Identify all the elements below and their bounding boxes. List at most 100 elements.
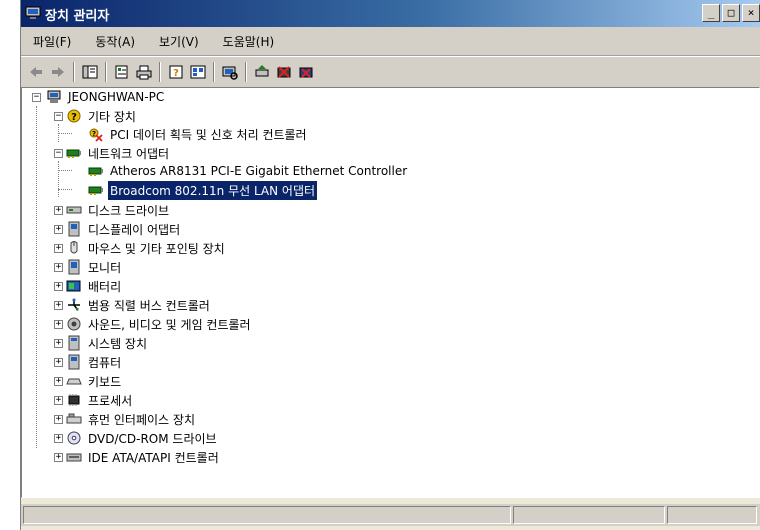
category-expand-toggle[interactable]: + (54, 396, 63, 405)
keyboard-icon (66, 378, 82, 385)
category-expand-toggle[interactable]: + (54, 244, 63, 253)
category-label: 배터리 (88, 279, 122, 294)
disable-device-button[interactable] (275, 63, 293, 81)
print-icon (136, 65, 152, 80)
category-display-adapters[interactable]: 디스플레이 어댑터 (66, 220, 182, 238)
category-mice[interactable]: 마우스 및 기타 포인팅 장치 (66, 239, 227, 257)
category-computer[interactable]: 컴퓨터 (66, 353, 123, 371)
update-driver-icon (255, 65, 269, 77)
svg-text:?: ? (92, 130, 96, 138)
help-button[interactable]: ? (167, 63, 185, 81)
category-expand-toggle[interactable]: + (54, 339, 63, 348)
maximize-button[interactable]: □ (722, 4, 740, 22)
update-driver-button[interactable] (253, 63, 271, 81)
uninstall-device-icon (299, 67, 313, 78)
category-sound-video[interactable]: 사운드, 비디오 및 게임 컨트롤러 (66, 315, 253, 333)
category-label: 마우스 및 기타 포인팅 장치 (88, 241, 225, 256)
tree-root[interactable]: JEONGHWAN-PC (46, 88, 166, 106)
menu-file[interactable]: 파일(F) (21, 33, 83, 50)
category-label: 프로세서 (88, 393, 133, 408)
cdrom-icon (67, 431, 81, 445)
properties-icon (115, 65, 128, 79)
category-system-devices[interactable]: 시스템 장치 (66, 334, 149, 352)
forward-button[interactable] (49, 63, 67, 81)
category-hid[interactable]: 휴먼 인터페이스 장치 (66, 410, 197, 428)
category-expand-toggle[interactable]: + (54, 377, 63, 386)
back-arrow-icon (30, 67, 42, 77)
category-expand-toggle[interactable]: + (54, 320, 63, 329)
device-item[interactable]: Atheros AR8131 PCI-E Gigabit Ethernet Co… (88, 162, 409, 180)
hid-icon (66, 413, 82, 424)
network-adapter-icon (88, 186, 103, 195)
svg-text:?: ? (71, 112, 77, 123)
back-button[interactable] (27, 63, 45, 81)
minimize-button[interactable]: _ (702, 4, 720, 22)
tree-line (58, 170, 72, 171)
category-usb-controllers[interactable]: 범용 직렬 버스 컨트롤러 (66, 296, 212, 314)
category-dvd-cdrom[interactable]: DVD/CD-ROM 드라이브 (66, 429, 219, 447)
tree-root-label: JEONGHWAN-PC (68, 90, 165, 104)
category-label: 범용 직렬 버스 컨트롤러 (88, 298, 210, 313)
console-tree-button[interactable] (81, 63, 99, 81)
forward-arrow-icon (52, 67, 64, 77)
view-button[interactable] (189, 63, 207, 81)
category-label: 모니터 (88, 260, 122, 275)
category-expand-toggle[interactable]: + (54, 301, 63, 310)
category-processors[interactable]: 프로세서 (66, 391, 134, 409)
category-expand-toggle[interactable]: + (54, 415, 63, 424)
category-label: 네트워크 어댑터 (88, 146, 170, 161)
category-ide-controllers[interactable]: IDE ATA/ATAPI 컨트롤러 (66, 448, 221, 466)
toolbar-separator (105, 62, 107, 82)
properties-button[interactable] (113, 63, 131, 81)
category-monitors[interactable]: 모니터 (66, 258, 123, 276)
category-expand-toggle[interactable]: + (54, 434, 63, 443)
uninstall-device-button[interactable] (297, 63, 315, 81)
category-expand-toggle[interactable]: + (54, 206, 63, 215)
category-label: 사운드, 비디오 및 게임 컨트롤러 (88, 317, 251, 332)
category-collapse-toggle[interactable]: − (54, 149, 63, 158)
scan-hardware-button[interactable] (221, 63, 239, 81)
category-label: 기타 장치 (88, 109, 136, 124)
category-other-devices[interactable]: ? 기타 장치 (66, 107, 138, 125)
category-label: 디스플레이 어댑터 (88, 222, 181, 237)
menu-action[interactable]: 동작(A) (83, 33, 147, 50)
device-item[interactable]: ? PCI 데이터 획득 및 신호 처리 컨트롤러 (88, 125, 309, 143)
category-expand-toggle[interactable]: + (54, 358, 63, 367)
computer-icon (47, 90, 61, 103)
title-bar[interactable]: 장치 관리자 _ □ × (21, 0, 760, 27)
category-disk-drives[interactable]: 디스크 드라이브 (66, 201, 171, 219)
category-keyboards[interactable]: 키보드 (66, 372, 123, 390)
processor-icon (68, 394, 80, 406)
scan-hardware-icon (222, 66, 238, 80)
category-network-adapters[interactable]: 네트워크 어댑터 (66, 144, 171, 162)
toolbar-separator (73, 62, 75, 82)
category-expand-toggle[interactable]: + (54, 282, 63, 291)
help-icon: ? (169, 65, 183, 79)
caption-buttons: _ □ × (702, 4, 760, 23)
root-collapse-toggle[interactable]: − (32, 93, 41, 102)
menu-view[interactable]: 보기(V) (147, 33, 211, 50)
menu-help[interactable]: 도움말(H) (211, 33, 287, 50)
toolbar-separator (159, 62, 161, 82)
category-label: 디스크 드라이브 (88, 203, 170, 218)
tree-line (58, 161, 59, 197)
close-button[interactable]: × (742, 4, 760, 22)
category-expand-toggle[interactable]: + (54, 225, 63, 234)
category-collapse-toggle[interactable]: − (54, 112, 63, 121)
network-adapter-icon (88, 167, 103, 176)
print-button[interactable] (135, 63, 153, 81)
category-expand-toggle[interactable]: + (54, 263, 63, 272)
warning-device-icon: ? (89, 128, 103, 142)
category-label: IDE ATA/ATAPI 컨트롤러 (88, 450, 219, 465)
device-manager-window: 장치 관리자 _ □ × 파일(F) 동작(A) 보기(V) 도움말(H) ? … (20, 0, 760, 530)
ide-controller-icon (66, 453, 82, 462)
device-label: PCI 데이터 획득 및 신호 처리 컨트롤러 (110, 127, 307, 142)
device-tree[interactable]: − JEONGHWAN-PC − ? 기타 장치 ? PCI 데이터 획득 및 … (21, 87, 760, 498)
category-batteries[interactable]: 배터리 (66, 277, 123, 295)
device-item-selected[interactable]: Broadcom 802.11n 무선 LAN 어댑터 (88, 180, 318, 200)
menu-bar: 파일(F) 동작(A) 보기(V) 도움말(H) (21, 27, 760, 56)
category-label: DVD/CD-ROM 드라이브 (88, 431, 217, 446)
category-label: 키보드 (88, 374, 122, 389)
category-expand-toggle[interactable]: + (54, 453, 63, 462)
disk-drive-icon (66, 206, 82, 214)
